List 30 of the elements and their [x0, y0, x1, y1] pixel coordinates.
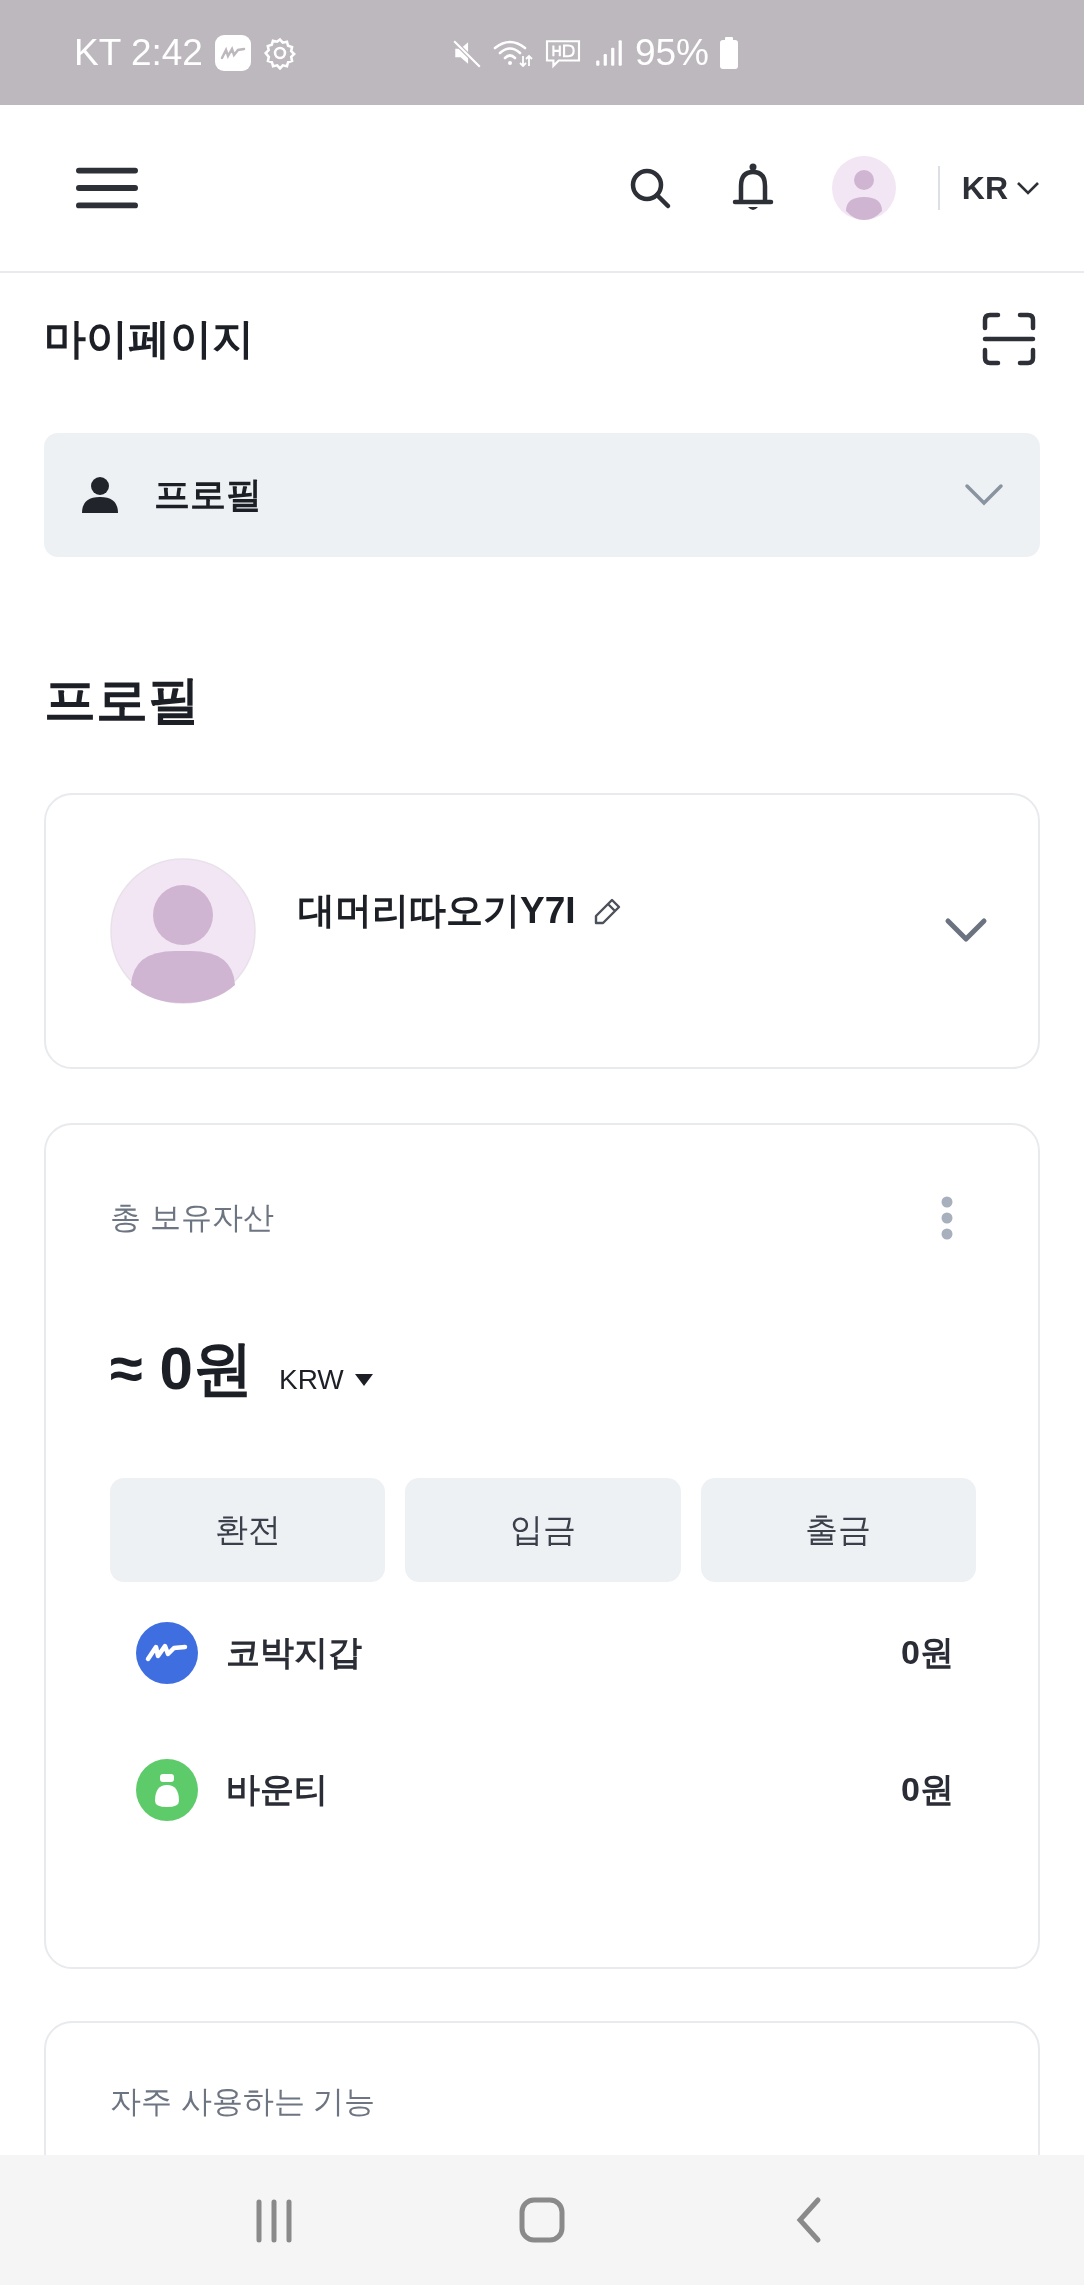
- assets-label: 총 보유자산: [110, 1199, 274, 1238]
- status-time: KT 2:42: [74, 31, 203, 74]
- section-dropdown[interactable]: 프로필: [44, 433, 1040, 557]
- section-heading: 프로필: [44, 670, 201, 731]
- user-name: 대머리따오기Y7I: [298, 889, 576, 934]
- page-title: 마이페이지: [44, 314, 254, 364]
- battery-icon: [719, 36, 739, 69]
- money-bag-icon: [136, 1759, 198, 1822]
- wallet-logo-icon: [136, 1622, 198, 1685]
- action-button[interactable]: 입금: [405, 1478, 681, 1583]
- wallet-name: 코박지갑: [226, 1632, 363, 1674]
- wallet-amount: 0원: [901, 1632, 954, 1674]
- scan-icon[interactable]: [982, 312, 1036, 366]
- total-amount: ≈ 0원: [110, 1334, 253, 1405]
- app-notification-icon: [214, 34, 251, 71]
- settings-icon: [262, 35, 297, 70]
- wallet-name: 바운티: [226, 1769, 329, 1811]
- wallet-amount: 0원: [901, 1769, 954, 1811]
- battery-percent: 95%: [634, 31, 709, 74]
- action-button[interactable]: 출금: [700, 1478, 976, 1583]
- avatar-icon: [110, 858, 256, 1005]
- language-selector[interactable]: KR: [961, 169, 1040, 207]
- caret-icon: [353, 1373, 374, 1388]
- currency-selector[interactable]: KRW: [278, 1364, 374, 1397]
- person-icon: [80, 475, 120, 515]
- chevron-down-icon: [964, 483, 1004, 507]
- card-title: 자주 사용하는 기능: [110, 2084, 376, 2120]
- chevron-down-icon: [1016, 181, 1040, 195]
- menu-icon[interactable]: [76, 166, 138, 210]
- action-button[interactable]: 환전: [110, 1478, 386, 1583]
